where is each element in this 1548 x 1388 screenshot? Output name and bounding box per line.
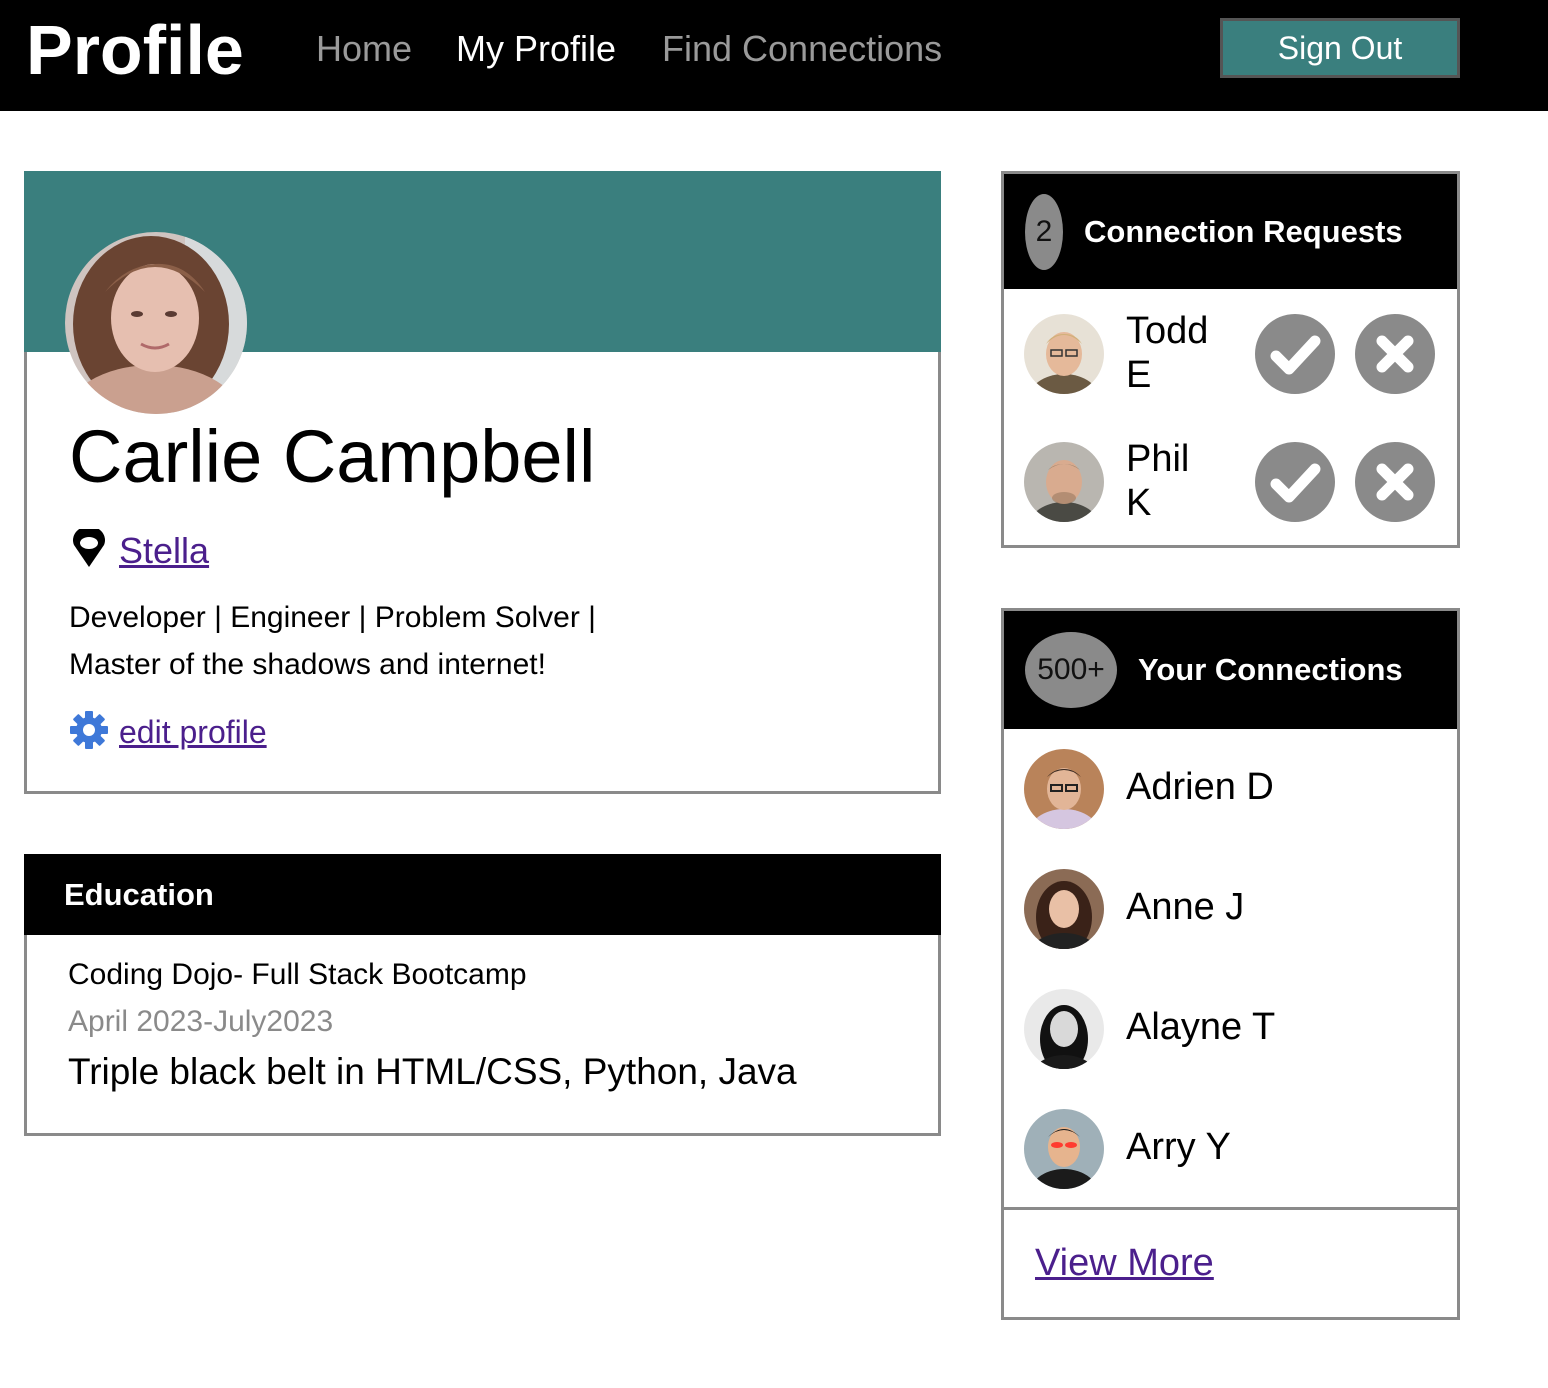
education-school: Coding Dojo- Full Stack Bootcamp	[68, 958, 527, 991]
request-last-initial: K	[1126, 482, 1152, 524]
accept-request-button[interactable]	[1255, 442, 1335, 522]
brand-title: Profile	[26, 11, 244, 89]
nav-my-profile-link[interactable]: My Profile	[456, 27, 616, 71]
your-connections-card: 500+ Your Connections Adrien D Anne J Al…	[1001, 608, 1460, 1320]
decline-request-button[interactable]	[1355, 314, 1435, 394]
bio-line: Developer | Engineer | Problem Solver |	[69, 601, 596, 634]
request-avatar-phil	[1024, 442, 1104, 522]
profile-card: Carlie Campbell Stella Developer | Engin…	[24, 171, 941, 794]
close-icon	[1376, 335, 1414, 373]
request-name: Phil K	[1126, 437, 1236, 525]
connection-row[interactable]: Alayne T	[1004, 989, 1457, 1069]
connection-requests-card: 2 Connection Requests Todd E Phil K	[1001, 171, 1460, 548]
your-connections-header: 500+ Your Connections	[1004, 611, 1457, 729]
request-avatar-todd	[1024, 314, 1104, 394]
edit-profile-link[interactable]: edit profile	[119, 714, 267, 751]
request-count-badge: 2	[1025, 193, 1063, 270]
checkmark-icon	[1270, 463, 1321, 503]
connection-name: Anne J	[1126, 886, 1245, 928]
bio-line: Master of the shadows and internet!	[69, 648, 546, 681]
view-more-section: View More	[1004, 1207, 1457, 1320]
request-row: Phil K	[1004, 437, 1457, 527]
connection-avatar-arry	[1024, 1109, 1104, 1189]
education-description: Triple black belt in HTML/CSS, Python, J…	[68, 1051, 797, 1092]
request-last-initial: E	[1126, 354, 1152, 396]
request-first-name: Phil	[1126, 438, 1190, 480]
location-link[interactable]: Stella	[119, 530, 209, 572]
connection-name: Arry Y	[1126, 1126, 1231, 1168]
connection-name: Alayne T	[1126, 1006, 1276, 1048]
connection-requests-heading: Connection Requests	[1084, 213, 1403, 249]
profile-avatar	[65, 232, 247, 414]
connection-avatar-adrien	[1024, 749, 1104, 829]
edit-profile-row: edit profile	[69, 710, 267, 755]
connection-requests-header: 2 Connection Requests	[1004, 174, 1457, 289]
connection-avatar-alayne	[1024, 989, 1104, 1069]
gear-icon	[69, 710, 109, 755]
request-row: Todd E	[1004, 309, 1457, 399]
checkmark-icon	[1270, 335, 1321, 375]
request-name: Todd E	[1126, 309, 1236, 397]
connection-row[interactable]: Adrien D	[1004, 749, 1457, 829]
connection-row[interactable]: Arry Y	[1004, 1109, 1457, 1189]
view-more-link[interactable]: View More	[1035, 1240, 1214, 1286]
your-connections-heading: Your Connections	[1138, 652, 1403, 687]
education-heading: Education	[24, 854, 941, 935]
location-row: Stella	[69, 525, 209, 574]
connection-name: Adrien D	[1126, 766, 1274, 808]
accept-request-button[interactable]	[1255, 314, 1335, 394]
connection-row[interactable]: Anne J	[1004, 869, 1457, 949]
education-dates: April 2023-July2023	[68, 1005, 334, 1038]
request-first-name: Todd	[1126, 310, 1209, 352]
connection-avatar-anne	[1024, 869, 1104, 949]
sign-out-button[interactable]: Sign Out	[1220, 18, 1460, 78]
profile-bio: Developer | Engineer | Problem Solver | …	[69, 594, 689, 688]
close-icon	[1376, 463, 1414, 501]
nav-find-connections-link[interactable]: Find Connections	[662, 27, 942, 71]
profile-name: Carlie Campbell	[69, 415, 596, 498]
connection-count-badge: 500+	[1025, 632, 1117, 708]
education-card: Education Coding Dojo- Full Stack Bootca…	[24, 854, 941, 1136]
map-pin-icon	[69, 525, 109, 574]
nav-home-link[interactable]: Home	[316, 27, 412, 71]
decline-request-button[interactable]	[1355, 442, 1435, 522]
top-nav-bar: Profile Home My Profile Find Connections…	[0, 0, 1548, 111]
